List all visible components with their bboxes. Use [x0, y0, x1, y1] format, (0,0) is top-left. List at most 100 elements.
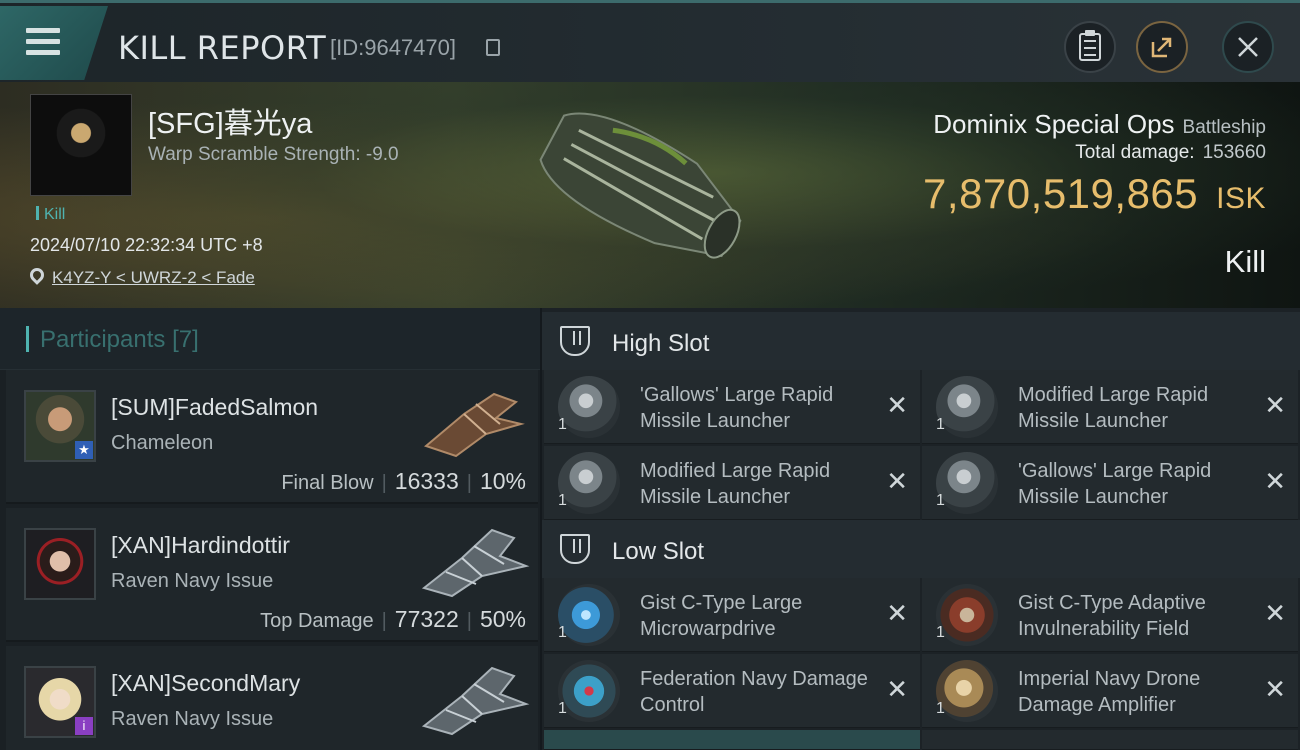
- participants-title: Participants [7]: [40, 326, 199, 354]
- victim-name[interactable]: [SFG]暮光ya: [148, 100, 312, 142]
- result-label: Kill: [1224, 244, 1266, 279]
- participant-avatar[interactable]: ★: [24, 390, 96, 462]
- participants-label: Participants: [40, 326, 166, 353]
- module-name: 'Gallows' Large Rapid Missile Launcher: [640, 384, 834, 432]
- menu-button[interactable]: [0, 6, 108, 80]
- close-button[interactable]: [1222, 21, 1274, 73]
- total-damage: Total damage: 153660: [1075, 142, 1266, 164]
- total-damage-value: 153660: [1202, 142, 1266, 163]
- victim-avatar[interactable]: [30, 94, 132, 196]
- close-icon[interactable]: ✕: [1264, 598, 1286, 629]
- warp-scramble-strength: Warp Scramble Strength: -9.0: [148, 144, 399, 165]
- close-icon[interactable]: ✕: [1264, 390, 1286, 421]
- participants-panel: Participants [7] ★ [SUM]FadedSalmon Cham…: [0, 308, 540, 750]
- participant-ship-image: [421, 528, 530, 598]
- participant-name[interactable]: [SUM]FadedSalmon: [111, 394, 318, 421]
- microwarpdrive-icon: [558, 584, 620, 646]
- kill-tag: Kill: [36, 206, 65, 224]
- close-icon[interactable]: ✕: [1264, 674, 1286, 705]
- module-quantity: 1: [936, 624, 945, 641]
- share-button[interactable]: [1136, 21, 1188, 73]
- isk-value: 7,870,519,865 ISK: [923, 170, 1266, 218]
- star-icon: ★: [75, 441, 93, 459]
- module-quantity: 1: [558, 700, 567, 717]
- module-name: Modified Large Rapid Missile Launcher: [640, 460, 831, 508]
- module-name: Modified Large Rapid Missile Launcher: [1018, 384, 1209, 432]
- missile-launcher-icon: [936, 452, 998, 514]
- close-icon[interactable]: ✕: [1264, 466, 1286, 497]
- clipboard-button[interactable]: [1064, 21, 1116, 73]
- close-icon[interactable]: ✕: [886, 598, 908, 629]
- participants-count: [7]: [172, 326, 199, 353]
- module-name: 'Gallows' Large Rapid Missile Launcher: [1018, 460, 1212, 508]
- participant-avatar[interactable]: [24, 528, 96, 600]
- location-link[interactable]: K4YZ-Y < UWRZ-2 < Fade: [52, 268, 255, 288]
- participants-accent-bar: [26, 326, 29, 352]
- module-name: Gist C-Type Adaptive Invulnerability Fie…: [1018, 592, 1206, 640]
- close-icon[interactable]: ✕: [886, 466, 908, 497]
- participant-name[interactable]: [XAN]SecondMary: [111, 670, 300, 697]
- module-item[interactable]: 1 'Gallows' Large Rapid Missile Launcher…: [544, 370, 920, 444]
- participant-tag: Final Blow: [281, 472, 374, 494]
- participant-avatar[interactable]: i: [24, 666, 96, 738]
- close-icon[interactable]: ✕: [886, 390, 908, 421]
- participant-row[interactable]: ★ [SUM]FadedSalmon Chameleon Final Blow |…: [6, 370, 538, 504]
- page-title: KILL REPORT: [118, 29, 327, 67]
- participants-header: Participants [7]: [0, 308, 540, 370]
- participant-ship: Raven Navy Issue: [111, 708, 274, 730]
- copy-icon[interactable]: [486, 39, 500, 56]
- participant-tag: Top Damage: [260, 610, 374, 632]
- module-name: Federation Navy Damage Control: [640, 668, 868, 716]
- module-name: Imperial Navy Drone Damage Amplifier: [1018, 668, 1201, 716]
- high-slot-title: High Slot: [612, 330, 710, 357]
- module-item[interactable]: 1 'Gallows' Large Rapid Missile Launcher…: [922, 446, 1298, 520]
- close-icon: [1238, 37, 1258, 57]
- participant-name[interactable]: [XAN]Hardindottir: [111, 532, 290, 559]
- participant-damage-percent: 10%: [479, 468, 526, 494]
- shield-icon: [936, 584, 998, 646]
- share-icon: [1151, 37, 1172, 58]
- isk-unit: ISK: [1216, 182, 1266, 215]
- module-quantity: 1: [558, 624, 567, 641]
- info-icon: i: [75, 717, 93, 735]
- participant-row[interactable]: [XAN]Hardindottir Raven Navy Issue Top D…: [6, 508, 538, 642]
- damage-control-icon: [558, 660, 620, 722]
- victim-banner: [SFG]暮光ya Warp Scramble Strength: -9.0 K…: [0, 82, 1300, 308]
- low-slot-icon: [560, 534, 590, 564]
- participant-stats: Top Damage | 77322 | 50%: [260, 606, 526, 632]
- module-quantity: 1: [936, 700, 945, 717]
- kill-report-header: KILL REPORT [ID:9647470]: [0, 0, 1300, 82]
- high-slot-icon: [560, 326, 590, 356]
- module-quantity: 1: [558, 416, 567, 433]
- module-item[interactable]: 1 Modified Large Rapid Missile Launcher …: [922, 370, 1298, 444]
- module-item[interactable]: 1 Gist C-Type Adaptive Invulnerability F…: [922, 578, 1298, 652]
- victim-ship-class: Battleship: [1182, 117, 1266, 138]
- clipboard-icon: [1079, 30, 1101, 61]
- participant-ship-image: [421, 666, 530, 736]
- low-slot-title: Low Slot: [612, 538, 705, 565]
- participant-ship-image: [423, 392, 525, 458]
- low-slot-header: Low Slot: [542, 520, 1300, 578]
- participant-damage-percent: 50%: [479, 606, 526, 632]
- module-item[interactable]: 1 Gist C-Type Large Microwarpdrive ✕: [544, 578, 920, 652]
- hamburger-icon: [26, 28, 60, 61]
- report-id: [ID:9647470]: [330, 35, 456, 60]
- module-item-partial[interactable]: [544, 730, 920, 750]
- module-item[interactable]: 1 Modified Large Rapid Missile Launcher …: [544, 446, 920, 520]
- kill-timestamp: 2024/07/10 22:32:34 UTC +8: [30, 235, 263, 255]
- module-item[interactable]: 1 Imperial Navy Drone Damage Amplifier ✕: [922, 654, 1298, 728]
- missile-launcher-icon: [558, 452, 620, 514]
- module-quantity: 1: [936, 492, 945, 509]
- fittings-panel: High Slot 1 'Gallows' Large Rapid Missil…: [542, 308, 1300, 750]
- module-item[interactable]: 1 Federation Navy Damage Control ✕: [544, 654, 920, 728]
- participant-row[interactable]: i [XAN]SecondMary Raven Navy Issue: [6, 646, 538, 750]
- victim-ship-image: [539, 112, 742, 259]
- module-name: Gist C-Type Large Microwarpdrive: [640, 592, 803, 640]
- high-slot-header: High Slot: [542, 312, 1300, 370]
- participant-ship: Raven Navy Issue: [111, 570, 274, 592]
- participant-damage: 77322: [394, 606, 459, 632]
- victim-ship-name[interactable]: Dominix Special Ops Battleship: [933, 109, 1266, 140]
- module-item-partial[interactable]: [922, 730, 1298, 750]
- module-quantity: 1: [558, 492, 567, 509]
- close-icon[interactable]: ✕: [886, 674, 908, 705]
